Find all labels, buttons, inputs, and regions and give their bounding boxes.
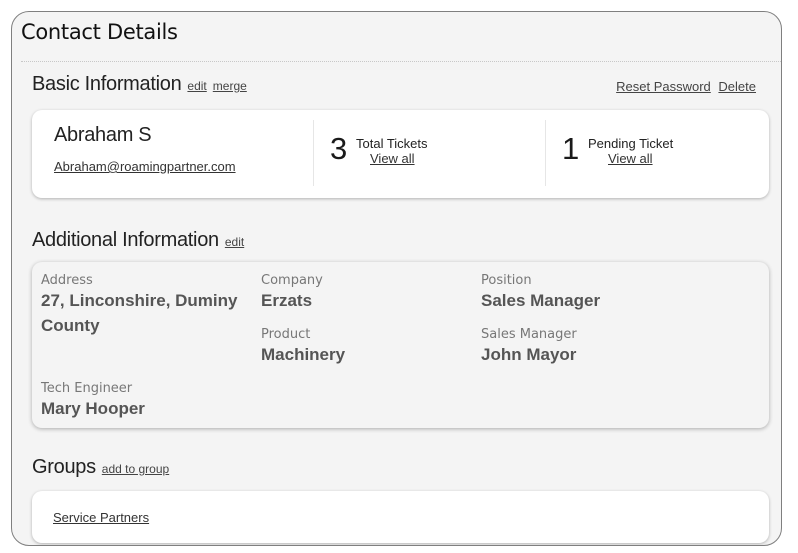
- company-label: Company: [261, 273, 323, 288]
- address-label: Address: [41, 273, 93, 288]
- tech-engineer-value: Mary Hooper: [41, 399, 145, 418]
- basic-info-heading: Basic Information edit merge: [32, 73, 247, 96]
- tech-engineer-label: Tech Engineer: [41, 381, 133, 396]
- sales-manager-value: John Mayor: [481, 345, 577, 364]
- title-divider: [21, 61, 781, 62]
- product-field: Product Machinery: [261, 327, 345, 367]
- company-field: Company Erzats: [261, 273, 323, 313]
- position-value: Sales Manager: [481, 291, 601, 310]
- additional-info-card: Address 27, Linconshire, Duminy County C…: [32, 262, 769, 428]
- group-link[interactable]: Service Partners: [53, 510, 149, 525]
- product-label: Product: [261, 327, 311, 342]
- edit-additional-link[interactable]: edit: [225, 235, 244, 249]
- reset-password-link[interactable]: Reset Password: [616, 79, 711, 94]
- basic-info-card: Abraham S Abraham@roamingpartner.com 3 T…: [32, 110, 769, 198]
- groups-card: Service Partners: [32, 491, 769, 543]
- edit-basic-link[interactable]: edit: [187, 79, 206, 93]
- tech-engineer-field: Tech Engineer Mary Hooper: [41, 381, 145, 421]
- product-value: Machinery: [261, 345, 346, 364]
- total-tickets-count: 3: [330, 131, 348, 166]
- pending-tickets-count: 1: [562, 131, 580, 166]
- page-title: Contact Details: [21, 20, 178, 44]
- groups-heading: Groups add to group: [32, 456, 169, 479]
- sales-manager-label: Sales Manager: [481, 327, 577, 342]
- delete-link[interactable]: Delete: [718, 79, 756, 94]
- groups-title: Groups: [32, 456, 96, 478]
- position-field: Position Sales Manager: [481, 273, 600, 313]
- additional-info-heading: Additional Information edit: [32, 229, 244, 252]
- merge-link[interactable]: merge: [213, 79, 247, 93]
- contact-email-link[interactable]: Abraham@roamingpartner.com: [54, 159, 236, 174]
- position-label: Position: [481, 273, 532, 288]
- additional-info-title: Additional Information: [32, 229, 219, 251]
- divider: [545, 120, 546, 186]
- contact-actions: Reset Password Delete: [612, 79, 756, 94]
- add-to-group-link[interactable]: add to group: [102, 462, 169, 476]
- address-value-line1: 27, Linconshire, Duminy: [41, 291, 238, 310]
- view-all-pending-link[interactable]: View all: [608, 151, 653, 166]
- contact-name: Abraham S: [54, 124, 152, 146]
- address-value-line2: County: [41, 316, 100, 335]
- address-field: Address 27, Linconshire, Duminy County: [41, 273, 238, 338]
- contact-details-panel: Contact Details Basic Information edit mer…: [11, 11, 782, 546]
- divider: [313, 120, 314, 186]
- company-value: Erzats: [261, 291, 313, 310]
- total-tickets-label: Total Tickets: [356, 136, 428, 151]
- basic-info-title: Basic Information: [32, 73, 182, 95]
- sales-manager-field: Sales Manager John Mayor: [481, 327, 577, 367]
- view-all-tickets-link[interactable]: View all: [370, 151, 415, 166]
- pending-tickets-label: Pending Ticket: [588, 136, 674, 151]
